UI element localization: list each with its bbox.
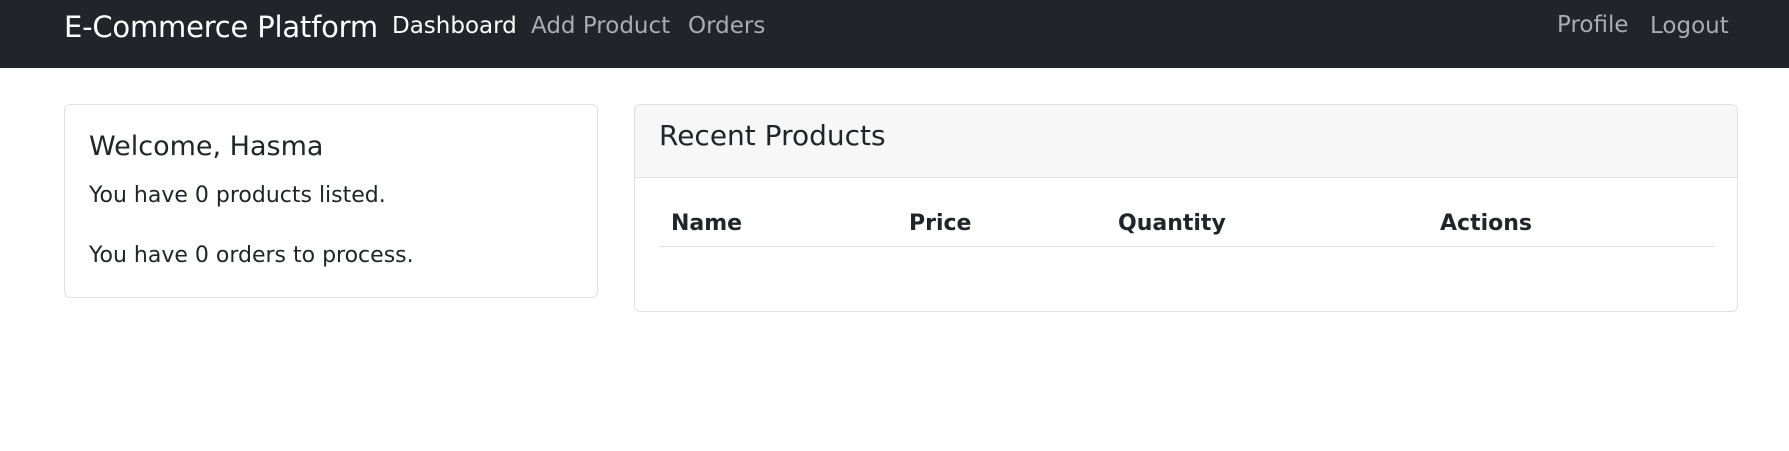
nav-link-add-product[interactable]: Add Product (531, 13, 670, 39)
column-header-quantity: Quantity (1118, 211, 1226, 236)
welcome-title: Welcome, Hasma (89, 131, 324, 162)
recent-products-header: Recent Products (635, 105, 1737, 178)
nav-link-logout[interactable]: Logout (1650, 13, 1729, 39)
recent-products-title: Recent Products (659, 119, 886, 152)
orders-count-text: You have 0 orders to process. (89, 243, 414, 268)
column-header-actions: Actions (1440, 211, 1532, 236)
recent-products-card: Recent Products Name Price Quantity Acti… (634, 104, 1738, 312)
products-count-text: You have 0 products listed. (89, 183, 386, 208)
nav-link-orders[interactable]: Orders (688, 13, 765, 39)
column-header-name: Name (671, 211, 743, 236)
top-navbar: E-Commerce Platform Dashboard Add Produc… (0, 0, 1789, 68)
nav-link-dashboard[interactable]: Dashboard (392, 13, 517, 39)
column-header-price: Price (909, 211, 972, 236)
products-table-header: Name Price Quantity Actions (659, 201, 1715, 247)
brand-link[interactable]: E-Commerce Platform (64, 10, 378, 44)
nav-link-profile[interactable]: Profile (1557, 12, 1629, 38)
welcome-card: Welcome, Hasma You have 0 products liste… (64, 104, 598, 298)
